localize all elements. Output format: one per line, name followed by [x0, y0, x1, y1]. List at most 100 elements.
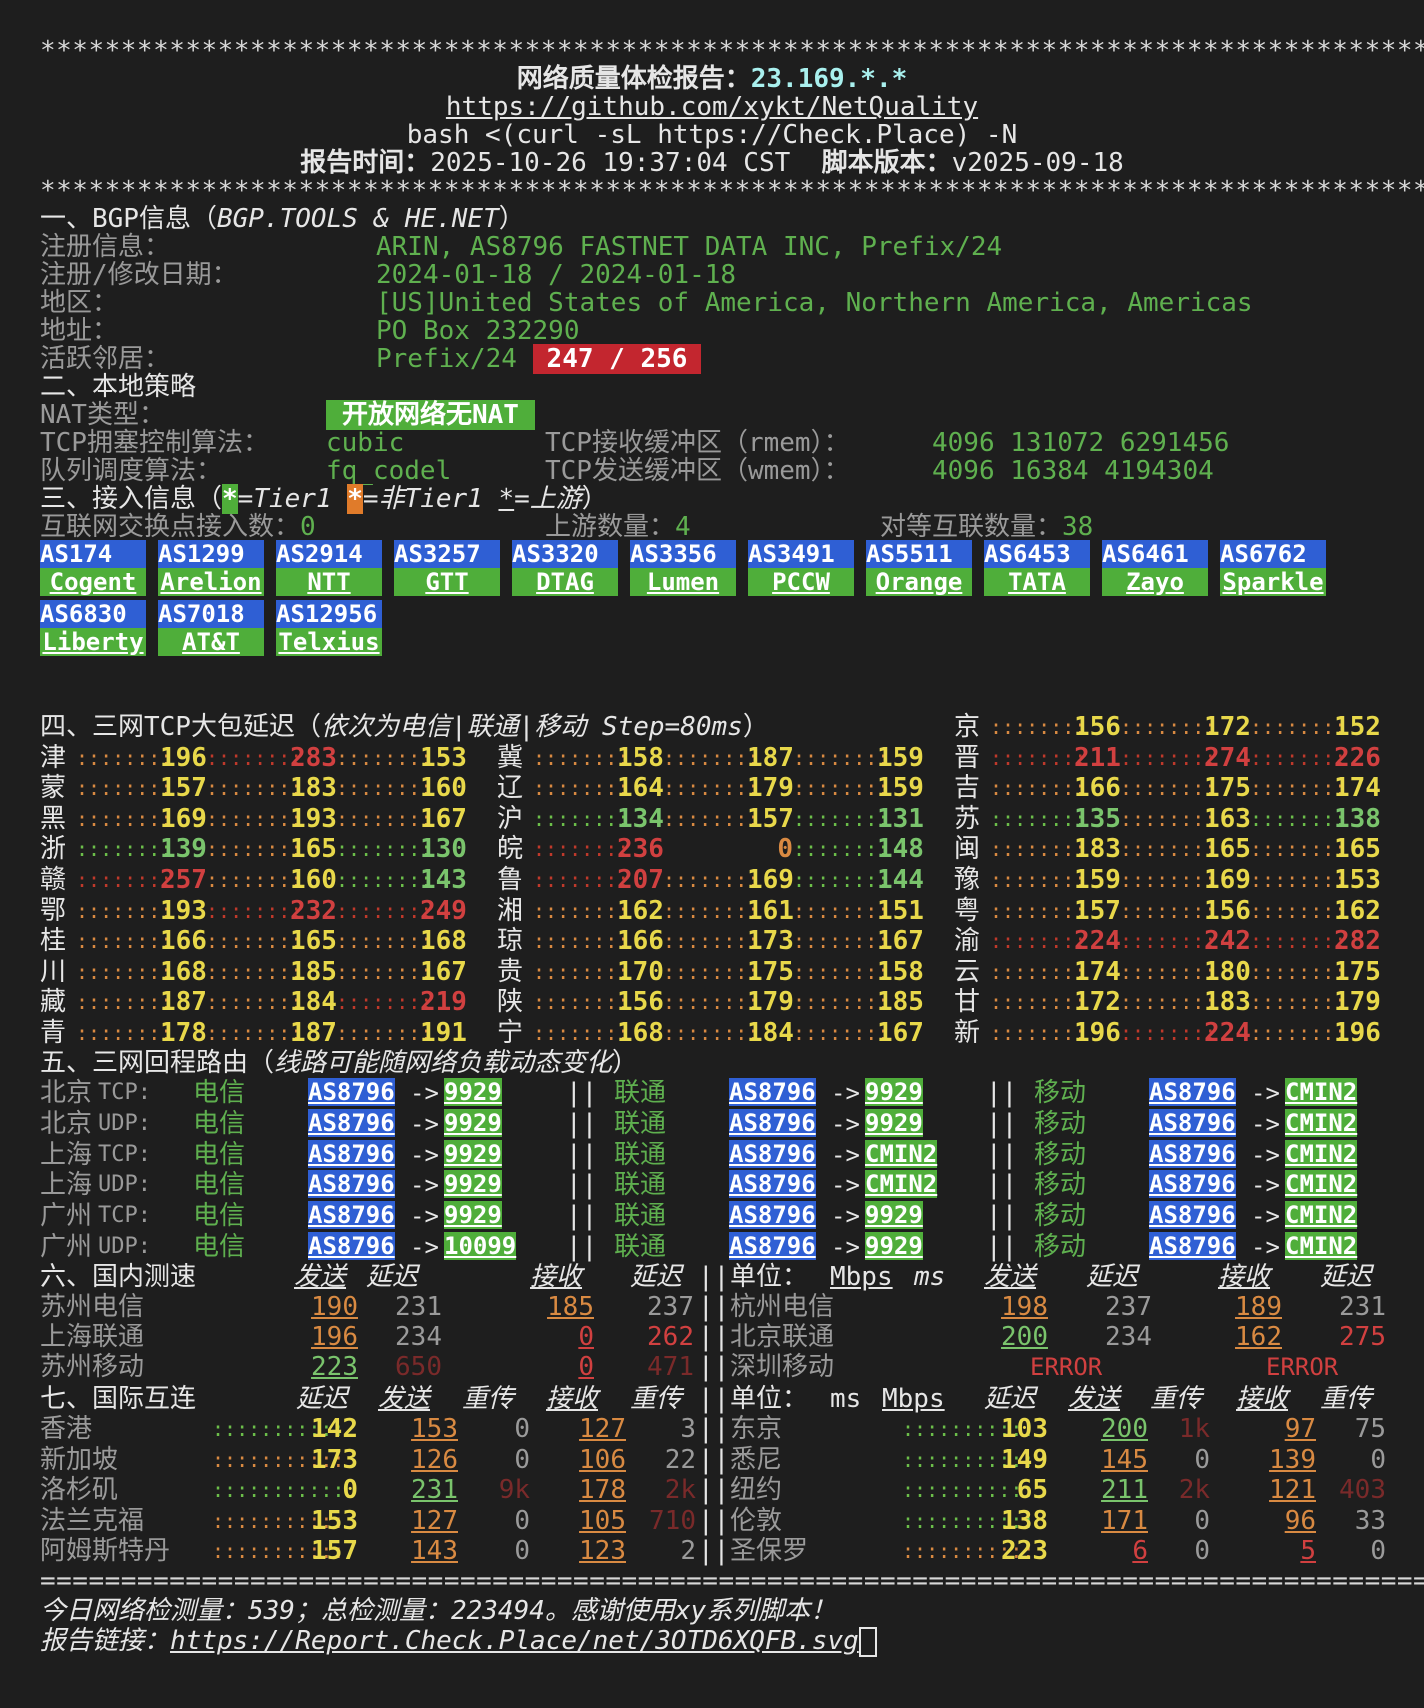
- latency-value: 183: [1074, 834, 1121, 865]
- intl-value: 142: [311, 1414, 358, 1444]
- speed-value: 237: [1105, 1292, 1152, 1322]
- latency-value: 158: [617, 742, 664, 773]
- carrier-label: 联通: [614, 1232, 667, 1262]
- wmem-value: 4096 16384 4194304: [932, 456, 1214, 486]
- latency-value: 167: [877, 1018, 924, 1048]
- city-right: 伦敦: [730, 1505, 783, 1536]
- latency-sparkline: ::::::::: [793, 837, 890, 862]
- latency-sparkline: ::::::::: [206, 868, 303, 892]
- province-label: 陕: [497, 987, 524, 1018]
- latency-sparkline: ::::::::: [1120, 990, 1217, 1015]
- latency-value: 156: [1204, 895, 1251, 926]
- latency-value: 156: [1074, 712, 1121, 742]
- route-dest: CMIN2: [1285, 1108, 1358, 1137]
- asn-number: AS1299: [158, 540, 264, 568]
- latency-value: 157: [1074, 895, 1121, 926]
- sep: ||: [698, 1384, 730, 1414]
- route-sep: ||: [986, 1170, 1018, 1201]
- speed-value: 189: [1235, 1292, 1282, 1322]
- rmem-label: TCP接收缓冲区（rmem）：: [545, 428, 850, 458]
- route-sep: ||: [566, 1139, 598, 1170]
- col-lat-r: 延迟: [1086, 1262, 1139, 1292]
- latency-sparkline: ::::::::: [533, 929, 630, 954]
- city-right: 杭州电信: [730, 1292, 835, 1322]
- province-label: 晋: [954, 742, 981, 773]
- speed-value: 231: [1339, 1292, 1386, 1322]
- city-left: 苏州电信: [40, 1292, 145, 1322]
- intl-value: 171: [1101, 1505, 1148, 1536]
- route-proto: UDP:: [98, 1234, 151, 1259]
- route-as: AS8796: [308, 1232, 395, 1260]
- route-arrow: ->: [410, 1171, 439, 1200]
- latency-value: 174: [1334, 773, 1381, 804]
- latency-value: 219: [420, 987, 467, 1018]
- latency-sparkline: ::::::::: [336, 929, 433, 954]
- latency-sparkline: ::::::::: [76, 929, 173, 954]
- carrier-label: 联通: [614, 1108, 667, 1139]
- addr-label: 地址：: [40, 316, 119, 346]
- city-right: 北京联通: [730, 1322, 835, 1352]
- cc-value: cubic: [326, 428, 405, 458]
- col-recv-r: 接收: [1218, 1262, 1271, 1292]
- footer-count: 今日网络检测量：539；总检测量：223494。感谢使用xy系列脚本！: [40, 1596, 837, 1626]
- speed-value: 262: [647, 1322, 694, 1352]
- latency-value: 257: [160, 865, 207, 895]
- latency-value: 156: [617, 987, 664, 1018]
- province-label: 甘: [954, 987, 981, 1018]
- route-city: 上海: [40, 1170, 93, 1201]
- route-arrow: ->: [1251, 1109, 1280, 1138]
- intl-value: 75: [1354, 1414, 1386, 1444]
- col-send-r: 发送: [1068, 1384, 1121, 1414]
- report-link[interactable]: https://Report.Check.Place/net/3OTD6XQFB…: [170, 1626, 859, 1656]
- latency-value: 153: [420, 742, 467, 773]
- latency-value: 158: [877, 956, 924, 987]
- sep: ||: [698, 1475, 730, 1506]
- carrier-label: 移动: [1034, 1078, 1087, 1108]
- province-label: 云: [954, 956, 981, 987]
- route-as: AS8796: [308, 1078, 395, 1106]
- latency-sparkline: ::::::::: [76, 959, 173, 984]
- col-recv: 接收: [546, 1384, 599, 1414]
- latency-value: 161: [747, 895, 794, 926]
- latency-sparkline: ::::::::: [206, 776, 303, 801]
- policy-heading: 二、本地策略: [40, 372, 197, 402]
- route-as: AS8796: [308, 1108, 395, 1137]
- latency-value: 172: [1074, 987, 1121, 1018]
- carrier-label: 电信: [193, 1201, 246, 1232]
- latency-value: 159: [1074, 865, 1121, 895]
- latency-value: 169: [747, 865, 794, 895]
- asn-number: AS2914: [276, 540, 382, 568]
- route-dest: CMIN2: [1285, 1139, 1358, 1168]
- intl-value: 0: [1194, 1505, 1210, 1536]
- latency-sparkline: ::::::::: [990, 990, 1087, 1015]
- intl-value: 127: [411, 1505, 458, 1536]
- latency-sparkline: ::::::::: [206, 745, 303, 770]
- route-dest: 9929: [444, 1170, 502, 1199]
- route-sep: ||: [986, 1108, 1018, 1139]
- latency-sparkline: ::::::::: [206, 929, 303, 954]
- latency-value: 191: [420, 1018, 467, 1048]
- city-left: 上海联通: [40, 1322, 145, 1352]
- latency-sparkline: ::::::::: [336, 990, 433, 1015]
- upstream-count: 上游数量：4: [545, 512, 691, 542]
- speed-value: 237: [647, 1292, 694, 1322]
- terminal-screen: ****************************************…: [0, 0, 1424, 1708]
- route-dest: 9929: [444, 1078, 502, 1106]
- route-as: AS8796: [1149, 1170, 1236, 1199]
- route-arrow: ->: [410, 1140, 439, 1169]
- intl-value: 153: [311, 1505, 358, 1536]
- latency-sparkline: ::::::::: [533, 806, 630, 831]
- intl-value: 403: [1339, 1475, 1386, 1506]
- asn-number: AS7018: [158, 600, 264, 628]
- repo-link[interactable]: https://github.com/xykt/NetQuality: [0, 92, 1424, 122]
- intl-value: 0: [514, 1536, 530, 1567]
- carrier-label: 电信: [193, 1170, 246, 1201]
- asn-number: AS6830: [40, 600, 146, 628]
- latency-sparkline: ::::::::: [793, 990, 890, 1015]
- sep: ||: [698, 1536, 730, 1567]
- asn-name: Sparkle: [1220, 568, 1326, 596]
- intl-value: 0: [1370, 1536, 1386, 1567]
- latency-value: 131: [877, 803, 924, 834]
- region-label: 地区：: [40, 288, 119, 318]
- latency-sparkline: ::::::::: [533, 745, 630, 770]
